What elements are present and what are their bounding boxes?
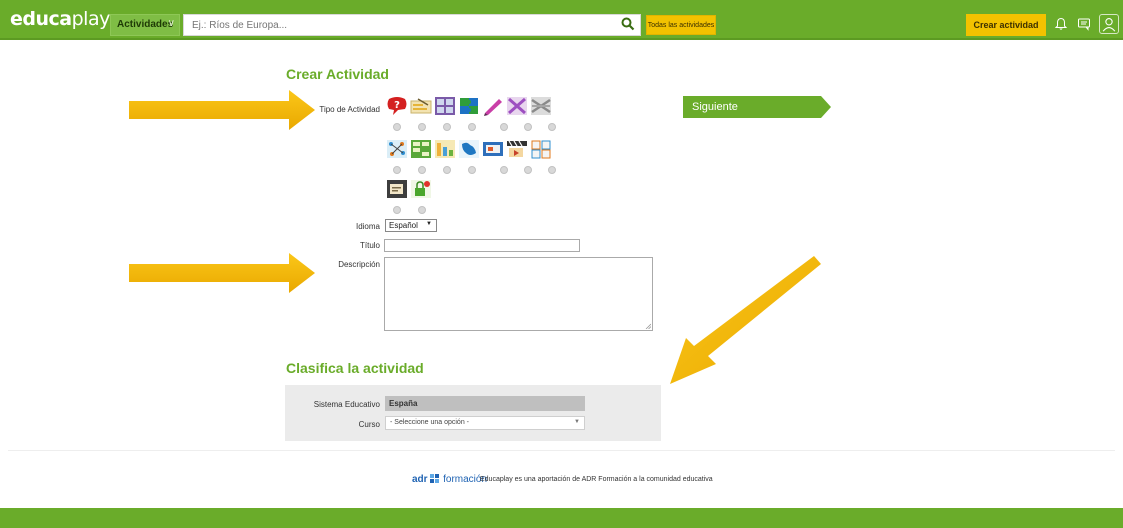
title-input[interactable] bbox=[384, 239, 580, 252]
activity-type-radio[interactable] bbox=[393, 166, 401, 174]
map-icon[interactable] bbox=[458, 139, 480, 159]
slides-icon[interactable] bbox=[482, 139, 504, 159]
activity-type-radio[interactable] bbox=[468, 166, 476, 174]
educaplay-logo[interactable]: educaplay bbox=[10, 8, 110, 30]
alphabet-icon[interactable] bbox=[434, 96, 456, 116]
wordsearch-icon[interactable] bbox=[506, 96, 528, 116]
create-activity-title: Crear Actividad bbox=[286, 66, 389, 82]
quiz-icon[interactable]: ? bbox=[386, 96, 408, 116]
create-activity-button[interactable]: Crear actividad bbox=[966, 14, 1046, 36]
columns-icon[interactable] bbox=[410, 139, 432, 159]
title-label: Título bbox=[359, 241, 380, 250]
footer-divider bbox=[8, 450, 1115, 451]
education-system-value: España bbox=[385, 396, 585, 411]
activity-type-radio[interactable] bbox=[548, 123, 556, 131]
activity-type-radio[interactable] bbox=[418, 206, 426, 214]
classify-panel bbox=[285, 385, 661, 441]
activity-type-radio[interactable] bbox=[500, 166, 508, 174]
matching-icon[interactable] bbox=[530, 96, 552, 116]
pointer-arrow-2 bbox=[129, 253, 315, 293]
activity-type-radio[interactable] bbox=[524, 166, 532, 174]
pointer-arrow-3 bbox=[670, 256, 821, 384]
activity-type-radio[interactable] bbox=[418, 166, 426, 174]
messages-icon[interactable] bbox=[1077, 17, 1091, 31]
puzzle-icon[interactable] bbox=[458, 96, 480, 116]
dropdown-arrow-icon: ▼ bbox=[426, 221, 432, 227]
relate-icon[interactable] bbox=[386, 139, 408, 159]
memory-icon[interactable] bbox=[530, 139, 552, 159]
video-quiz-icon[interactable] bbox=[506, 139, 528, 159]
description-label: Descripción bbox=[338, 260, 380, 269]
pointer-arrow-1 bbox=[129, 90, 315, 130]
activity-type-label: Tipo de Actividad bbox=[319, 105, 380, 114]
adr-logo-squares-icon bbox=[430, 474, 440, 483]
adr-formacion-logo[interactable]: adr formación bbox=[412, 474, 487, 485]
activity-type-radio[interactable] bbox=[500, 123, 508, 131]
svg-text:?: ? bbox=[394, 100, 400, 111]
activity-type-radio[interactable] bbox=[548, 166, 556, 174]
search-icon[interactable] bbox=[621, 17, 635, 31]
classification-icon[interactable] bbox=[434, 139, 456, 159]
dialogue-icon[interactable] bbox=[386, 179, 408, 199]
lock-icon[interactable] bbox=[410, 179, 432, 199]
dropdown-arrow-icon: ▼ bbox=[574, 419, 580, 425]
activity-type-radio[interactable] bbox=[443, 166, 451, 174]
dictation-icon[interactable] bbox=[482, 96, 504, 116]
activities-category-dropdown[interactable]: Actividades ∨ bbox=[110, 14, 180, 36]
bottom-bar bbox=[0, 508, 1123, 528]
footer-text: Educaplay es una aportación de ADR Forma… bbox=[480, 476, 713, 483]
classify-title: Clasifica la actividad bbox=[286, 360, 424, 376]
activity-type-radio[interactable] bbox=[393, 206, 401, 214]
activity-type-radio[interactable] bbox=[418, 123, 426, 131]
chevron-down-icon: ∨ bbox=[167, 18, 175, 29]
resize-grip-icon[interactable] bbox=[645, 323, 651, 329]
activity-type-radio[interactable] bbox=[524, 123, 532, 131]
activity-type-radio[interactable] bbox=[443, 123, 451, 131]
description-textarea[interactable] bbox=[384, 257, 653, 331]
activity-type-radio[interactable] bbox=[468, 123, 476, 131]
all-activities-button[interactable]: Todas las actividades bbox=[646, 15, 716, 35]
course-select[interactable]: - Seleccione una opción - ▼ bbox=[385, 416, 585, 430]
course-label: Curso bbox=[358, 420, 380, 429]
education-system-label: Sistema Educativo bbox=[313, 400, 380, 409]
language-select[interactable]: Español ▼ bbox=[385, 219, 437, 232]
activity-type-radio[interactable] bbox=[393, 123, 401, 131]
search-input[interactable] bbox=[183, 14, 641, 36]
user-avatar-icon[interactable] bbox=[1099, 14, 1119, 34]
top-navbar: educaplay Actividades ∨ Todas las activi… bbox=[0, 0, 1123, 40]
bell-icon[interactable] bbox=[1054, 17, 1068, 31]
language-label: Idioma bbox=[355, 222, 380, 231]
next-button[interactable]: Siguiente bbox=[683, 96, 831, 118]
crossword-icon[interactable] bbox=[410, 96, 432, 116]
